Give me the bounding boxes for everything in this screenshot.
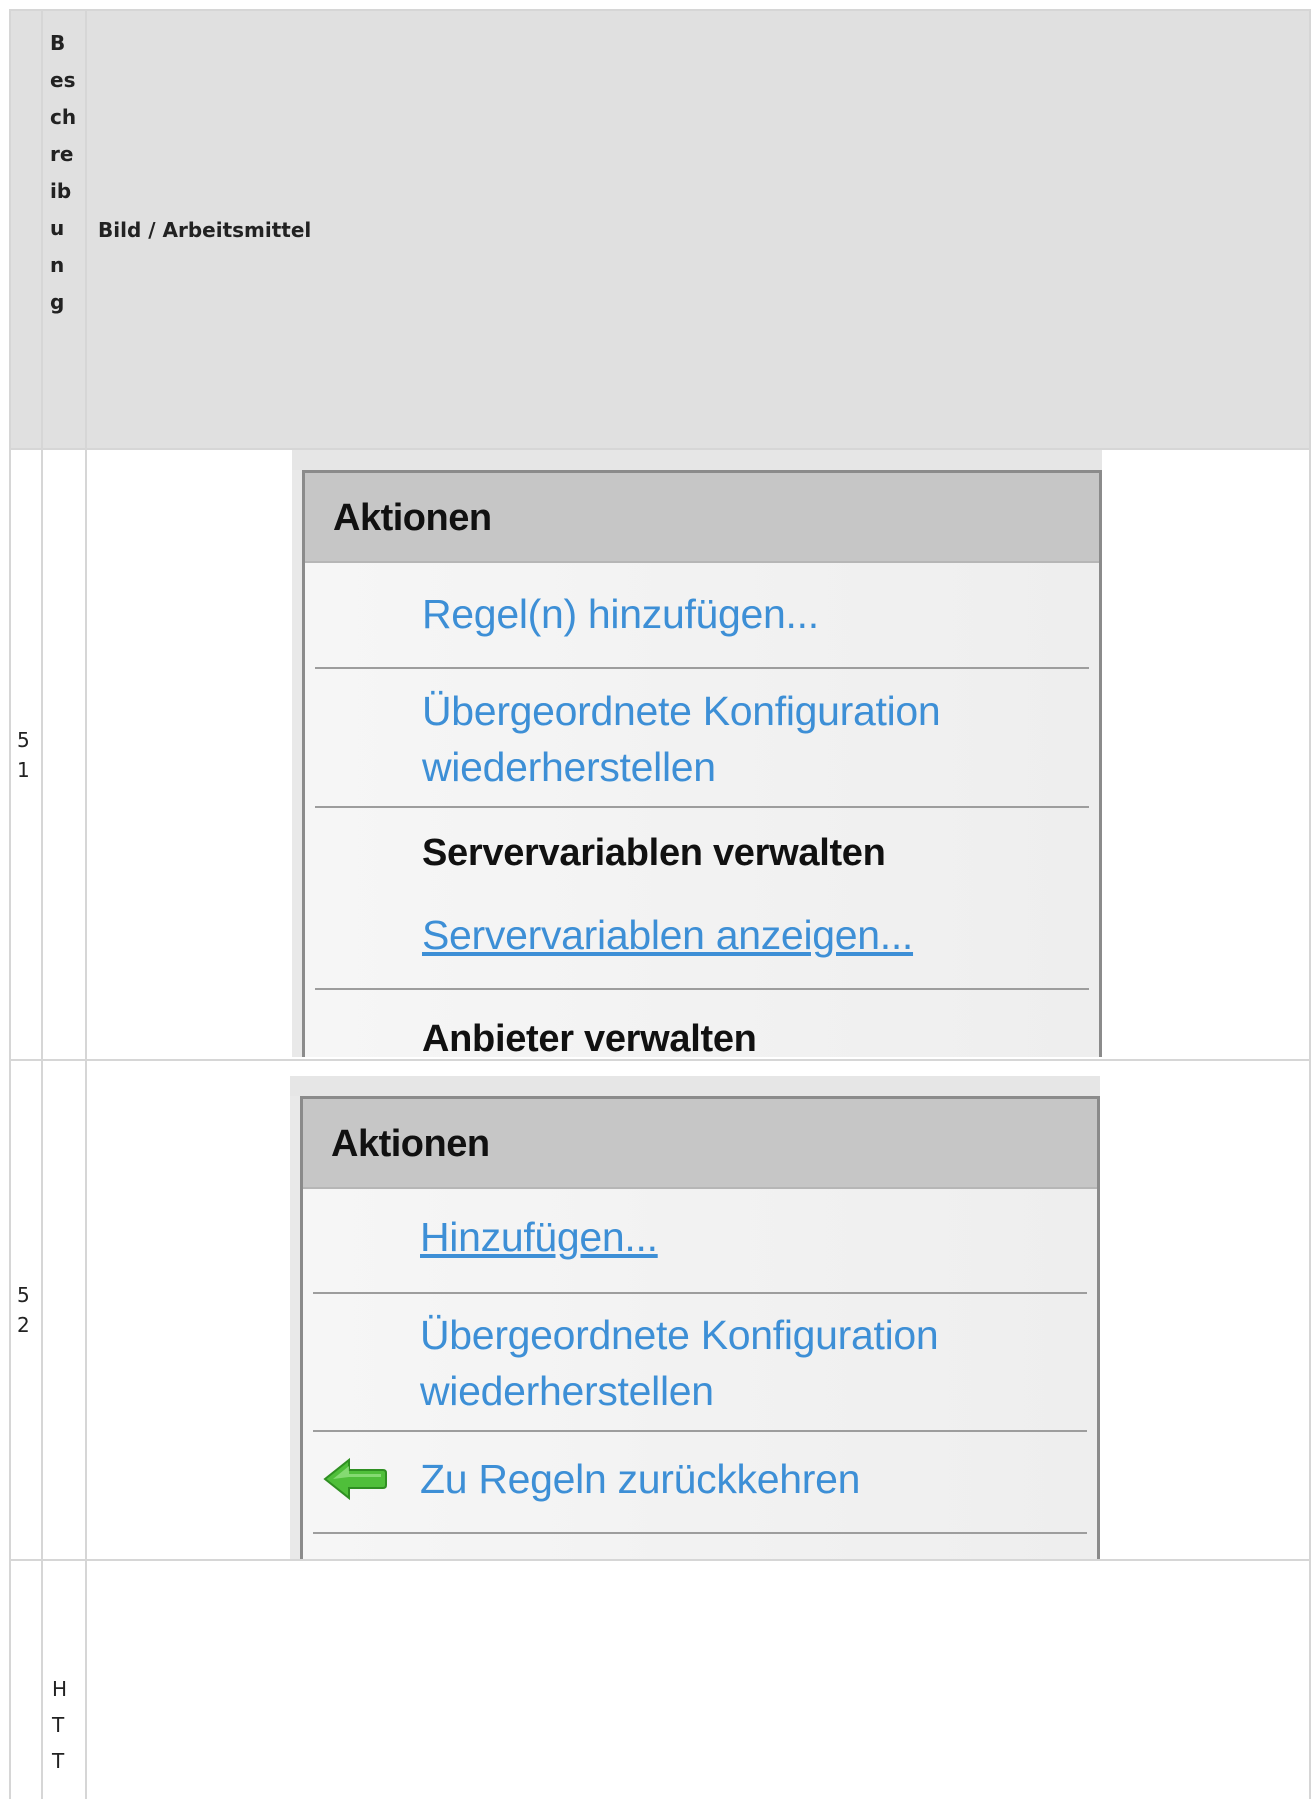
actions-panel: Aktionen Regel(n) hinzufügen... Übergeor… [302, 470, 1102, 1057]
separator [315, 806, 1089, 808]
actions-panel-screenshot: Aktionen Hinzufügen... Übergeordnete Kon… [290, 1076, 1100, 1559]
header-cell-image: Bild / Arbeitsmittel [87, 11, 1309, 448]
actions-panel-screenshot: Aktionen Regel(n) hinzufügen... Übergeor… [292, 450, 1102, 1057]
row-52-image: Aktionen Hinzufügen... Übergeordnete Kon… [87, 1061, 1309, 1559]
header-cell-number [11, 11, 41, 448]
separator [315, 988, 1089, 990]
row-51-description [43, 450, 85, 1059]
separator [313, 1430, 1087, 1432]
separator [313, 1532, 1087, 1534]
actions-panel: Aktionen Hinzufügen... Übergeordnete Kon… [300, 1096, 1100, 1559]
content-table: Beschreibung Bild / Arbeitsmittel 51 Akt… [9, 9, 1311, 1801]
section-manage-server-variables: Servervariablen verwalten [422, 832, 886, 874]
row-51-image: Aktionen Regel(n) hinzufügen... Übergeor… [87, 450, 1309, 1059]
action-show-server-variables[interactable]: Servervariablen anzeigen... [305, 907, 1099, 963]
action-add[interactable]: Hinzufügen... [303, 1209, 1097, 1265]
row-51-number: 51 [11, 450, 41, 1059]
header-cell-description: Beschreibung [43, 11, 85, 448]
panel-title: Aktionen [305, 473, 1099, 563]
action-add-rules[interactable]: Regel(n) hinzufügen... [305, 586, 1099, 642]
row-52-description [43, 1061, 85, 1559]
row-3-image [87, 1561, 1309, 1801]
row-3-description: HTT [43, 1561, 85, 1801]
panel-title: Aktionen [303, 1099, 1097, 1189]
separator [315, 667, 1089, 669]
separator [313, 1292, 1087, 1294]
section-manage-providers: Anbieter verwalten [422, 1018, 757, 1057]
row-3-number [11, 1561, 41, 1801]
action-restore-parent-config[interactable]: Übergeordnete Konfiguration wiederherste… [303, 1307, 1063, 1419]
action-restore-parent-config[interactable]: Übergeordnete Konfiguration wiederherste… [305, 683, 1065, 795]
action-back-to-rules[interactable]: Zu Regeln zurückkehren [303, 1451, 1097, 1507]
row-52-number: 52 [11, 1061, 41, 1559]
